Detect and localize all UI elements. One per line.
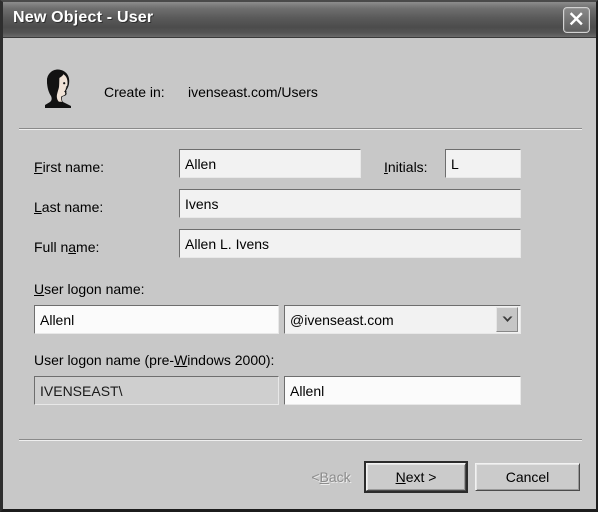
last-name-label: Last name: [34,199,103,215]
new-object-user-dialog: New Object - User Create in: ivenseast.c… [0,0,598,512]
full-name-label-text: me: [76,239,100,255]
back-button-accel: B [319,469,329,485]
pre2000-accel: W [174,352,188,368]
title-bar[interactable]: New Object - User [3,2,596,38]
chevron-down-icon [502,316,512,322]
cancel-button[interactable]: Cancel [475,463,580,491]
pre2000-domain-field: IVENSEAST\ [34,376,279,405]
window-title: New Object - User [13,9,154,26]
pre2000-label-pre: User logon name (pre- [34,352,175,368]
last-name-accel: L [34,199,42,215]
next-button-label: ext > [405,469,437,485]
upn-suffix-dropdown-button[interactable] [496,307,518,332]
initials-label-text: nitials: [387,159,428,175]
full-name-label-pre: Full n [34,239,69,255]
next-button-accel: N [395,469,406,485]
initials-label: Initials: [384,159,428,175]
last-name-label-text: ast name: [41,199,104,215]
next-button[interactable]: Next > [364,461,468,493]
first-name-accel: F [34,159,43,175]
user-head-icon [33,63,83,113]
back-button-pre: < [311,469,320,485]
user-logon-name-accel: U [34,281,45,297]
user-logon-name-label-text: ser logon name: [44,281,145,297]
full-name-accel: a [68,239,77,255]
create-in-value: ivenseast.com/Users [188,84,318,100]
full-name-label: Full name: [34,239,99,255]
user-logon-name-label: User logon name: [34,281,145,297]
upn-suffix-combobox[interactable]: @ivenseast.com [284,305,521,334]
cancel-button-label: Cancel [505,469,550,485]
back-button: < Back [291,463,371,491]
back-button-label: ack [328,469,351,485]
dialog-body: Create in: ivenseast.com/Users First nam… [3,38,596,509]
user-logon-name-pre2000-label: User logon name (pre-Windows 2000): [34,352,274,368]
first-name-label: First name: [34,159,104,175]
initials-input[interactable]: L [445,149,521,178]
last-name-input[interactable]: Ivens [179,189,521,218]
close-icon [569,12,583,26]
pre2000-label-text: indows 2000): [187,352,275,368]
pre2000-logon-name-input[interactable]: Allenl [284,376,521,405]
first-name-label-text: irst name: [42,159,105,175]
create-in-label: Create in: [104,84,165,100]
separator-top [19,128,582,130]
separator-bottom [19,439,582,441]
upn-suffix-value: @ivenseast.com [290,311,394,328]
first-name-input[interactable]: Allen [179,149,361,178]
full-name-input[interactable]: Allen L. Ivens [179,229,521,258]
close-button[interactable] [563,7,590,33]
user-logon-name-input[interactable]: Allenl [34,305,279,334]
